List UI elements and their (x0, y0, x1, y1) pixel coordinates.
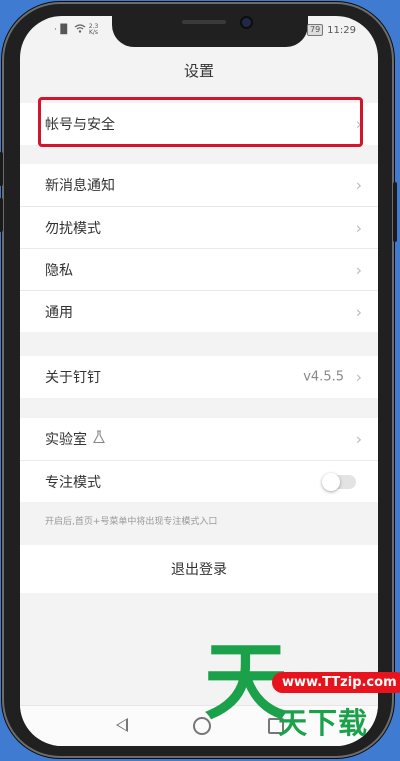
flask-icon (93, 430, 105, 448)
lab-item[interactable]: 实验室 › (20, 418, 378, 460)
chevron-right-icon: › (355, 302, 362, 321)
logout-button[interactable]: 退出登录 (20, 545, 378, 593)
privacy-label: 隐私 (45, 262, 73, 279)
power-button (393, 182, 397, 242)
status-bar-right: 79 11:29 (306, 24, 356, 36)
new-message-label: 新消息通知 (45, 178, 115, 194)
do-not-disturb-item[interactable]: 勿扰模式 › (20, 206, 378, 248)
net-speed: 2.3 K/s (89, 24, 99, 36)
about-dingtalk-label: 关于钉钉 (45, 370, 101, 386)
about-dingtalk-item[interactable]: 关于钉钉 v4.5.5 › (20, 356, 378, 398)
signal-icon: ·▐▌ (54, 25, 71, 35)
focus-mode-label: 专注模式 (45, 474, 101, 491)
chevron-right-icon: › (355, 260, 362, 279)
notification-group: 新消息通知 › 勿扰模式 › 隐私 › 通用 › (20, 164, 378, 332)
highlight-box (38, 97, 363, 147)
privacy-item[interactable]: 隐私 › (20, 248, 378, 290)
phone-notch (112, 16, 308, 47)
about-group: 关于钉钉 v4.5.5 › (20, 356, 378, 398)
focus-mode-item: 专注模式 (20, 460, 378, 502)
lab-group: 实验室 › 专注模式 (20, 418, 378, 502)
phone-frame: ·▐▌ 2.3 K/s 79 11:29 设置 帐号与安全 › 新消息通知 › … (0, 2, 397, 758)
do-not-disturb-label: 勿扰模式 (45, 220, 101, 237)
clock: 11:29 (327, 24, 356, 36)
page-title: 设置 (183, 62, 214, 80)
chevron-right-icon: › (355, 175, 362, 195)
general-item[interactable]: 通用 › (20, 290, 378, 332)
new-message-notification-item[interactable]: 新消息通知 › (20, 164, 378, 206)
volume-up-button (0, 152, 3, 186)
focus-mode-toggle[interactable] (322, 472, 356, 491)
volume-down-button (0, 198, 3, 232)
version-text: v4.5.5 (303, 369, 344, 385)
speaker-grille (182, 20, 226, 24)
chevron-right-icon: › (355, 367, 362, 387)
battery-icon: 79 (306, 24, 324, 36)
general-label: 通用 (45, 304, 73, 321)
chevron-right-icon: › (355, 429, 362, 449)
toggle-knob (322, 472, 340, 491)
chevron-right-icon: › (355, 218, 362, 237)
net-speed-unit: K/s (88, 29, 99, 36)
watermark-name: 天下载 (278, 706, 369, 740)
watermark-url: www.TTzip.com (272, 672, 400, 693)
focus-mode-hint: 开启后,首页+号菜单中将出现专注模式入口 (45, 517, 218, 527)
lab-label: 实验室 (45, 432, 87, 448)
status-bar-left: ·▐▌ 2.3 K/s (54, 24, 98, 36)
back-icon[interactable] (116, 718, 128, 732)
front-camera (242, 18, 251, 27)
settings-screen: ·▐▌ 2.3 K/s 79 11:29 设置 帐号与安全 › 新消息通知 › … (20, 16, 378, 746)
wifi-icon (74, 24, 86, 36)
